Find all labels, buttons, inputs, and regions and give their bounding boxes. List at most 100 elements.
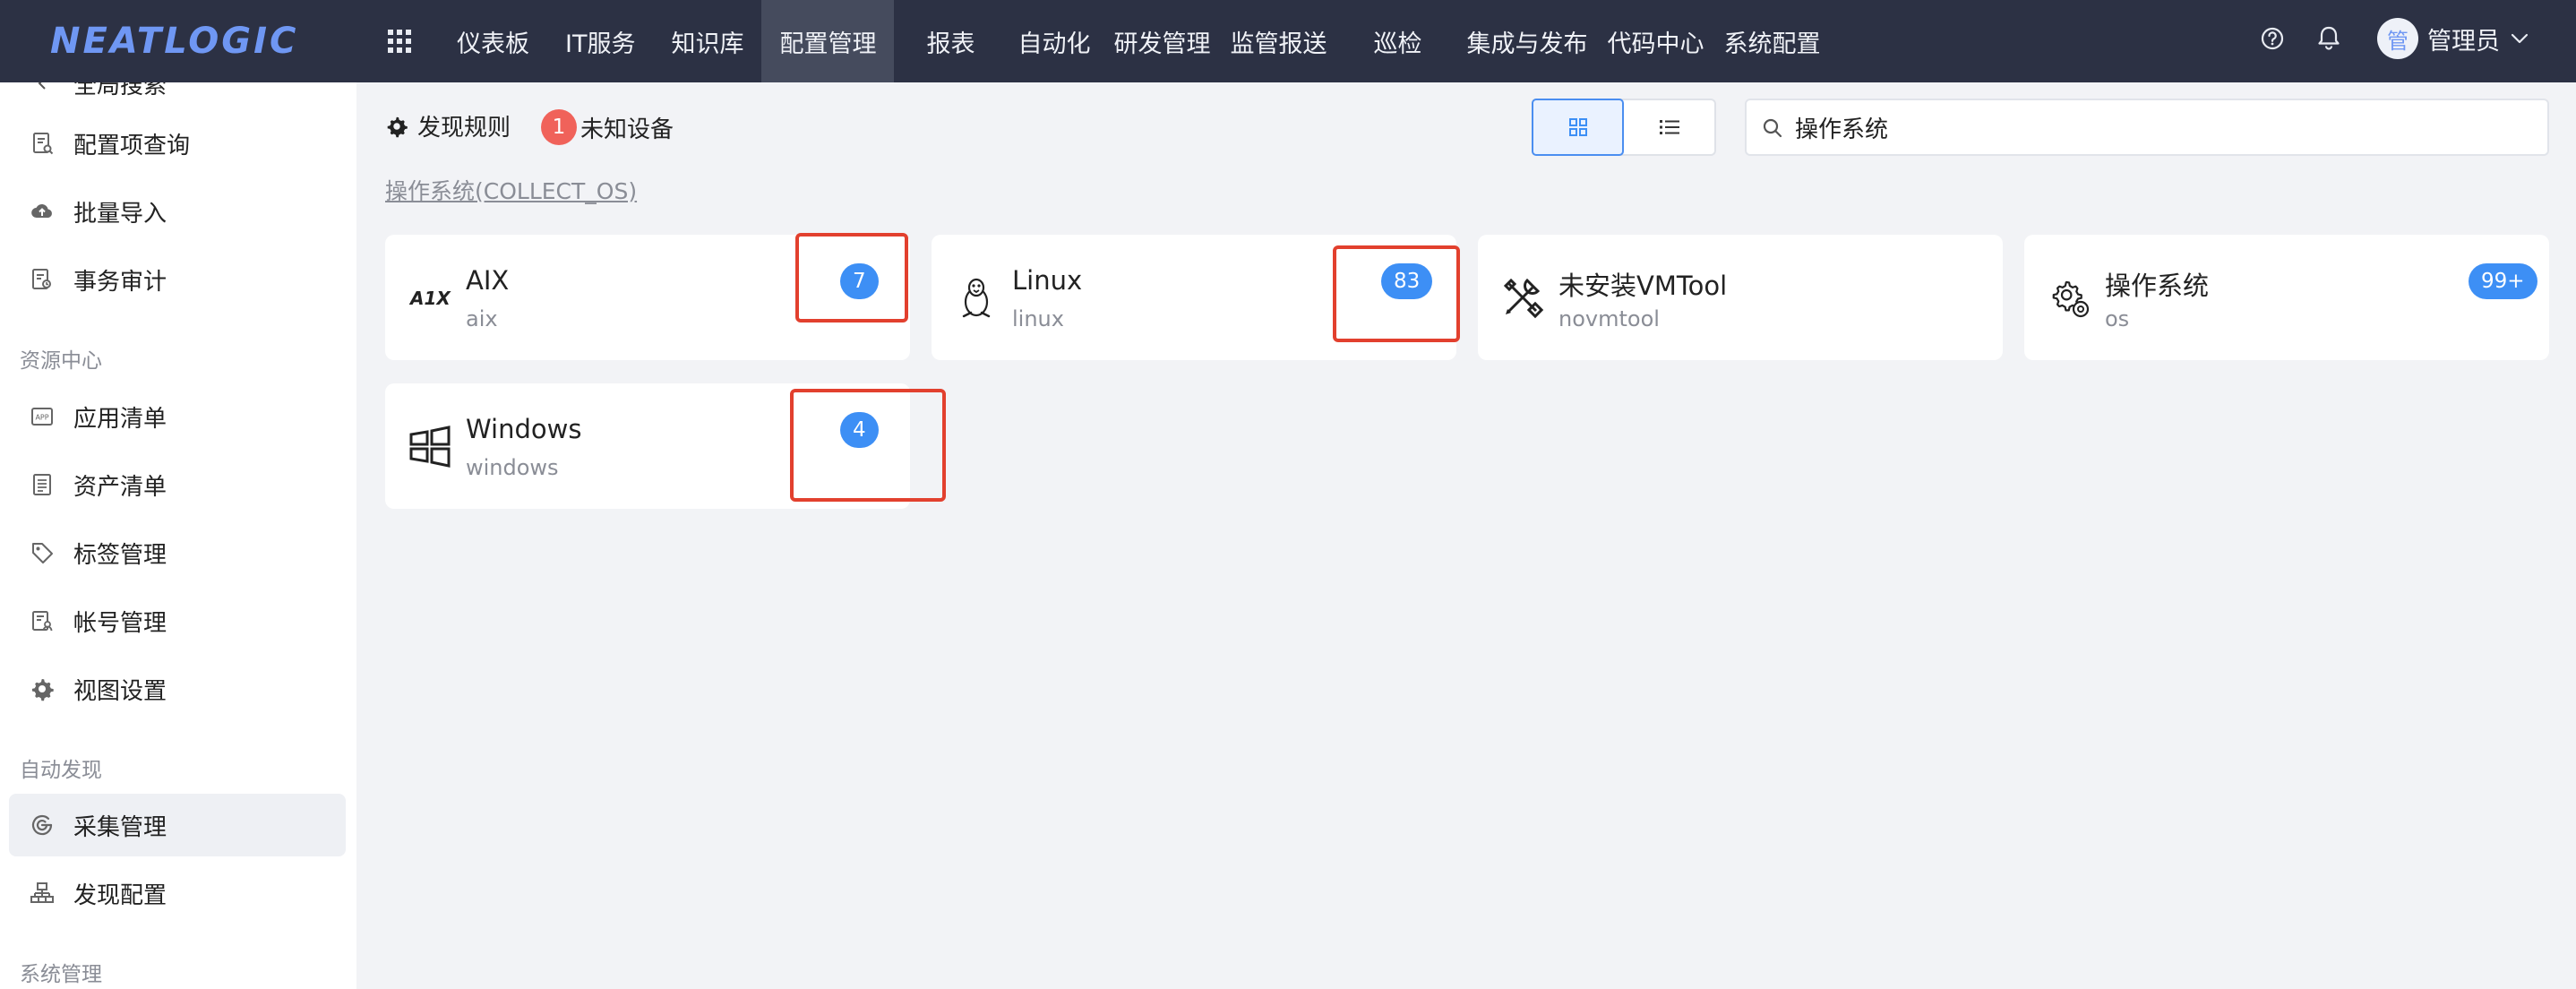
nav-code-center[interactable]: 代码中心 [1605,0,1722,82]
audit-icon [29,266,56,293]
sidebar-item-label: 应用清单 [73,405,167,433]
linux-penguin-icon [953,274,1000,321]
sidebar-group-system-management: 系统管理 [20,963,102,986]
nav-config-management[interactable]: 配置管理 [761,0,895,82]
os-card-windows[interactable]: Windows windows 4 [385,383,910,509]
sidebar-item-bulk-import[interactable]: 批量导入 [9,180,346,243]
chevron-down-icon[interactable] [2508,27,2531,50]
unknown-count-badge: 1 [541,109,577,145]
sidebar-item-tag-management[interactable]: 标签管理 [9,521,346,584]
user-avatar[interactable]: 管 [2377,18,2418,59]
nav-dashboard[interactable]: 仪表板 [441,0,547,82]
brand-logo[interactable]: NEATLOGIC [50,20,298,63]
tag-icon [29,539,56,566]
svg-text:APP: APP [35,414,48,422]
list-view-icon [1659,120,1679,134]
nav-knowledge[interactable]: 知识库 [653,0,761,82]
nav-rd-management[interactable]: 研发管理 [1108,0,1228,82]
gears-icon [2046,274,2092,321]
os-card-os[interactable]: 操作系统 os 99+ [2024,235,2549,360]
count-badge: 4 [840,412,879,448]
count-badge: 83 [1381,263,1433,299]
grid-view-icon [1568,118,1587,136]
nav-reports[interactable]: 报表 [894,0,1005,82]
account-icon [29,607,56,634]
list-view-button[interactable] [1624,100,1714,154]
bell-icon[interactable] [2314,23,2343,52]
gear-icon [387,116,408,137]
card-code: os [2105,306,2130,331]
discover-rule-label: 发现规则 [417,115,511,142]
os-card-linux[interactable]: Linux linux 83 [932,235,1456,360]
grid-view-button[interactable] [1532,99,1625,156]
sidebar-item-label: 标签管理 [73,541,167,569]
sidebar-item-label: 事务审计 [73,268,167,296]
sidebar-item-global-search[interactable]: 全局搜索 [9,82,346,115]
user-name[interactable]: 管理员 [2427,22,2500,56]
sidebar-item-ci-query[interactable]: 配置项查询 [9,112,346,175]
tools-icon [1499,274,1546,321]
view-toggle [1532,99,1716,156]
card-name: Windows [466,414,582,444]
card-code: aix [466,306,498,331]
sidebar-item-label: 帐号管理 [73,609,167,637]
sidebar-item-account-management[interactable]: 帐号管理 [9,589,346,652]
svg-text:A1X: A1X [408,288,451,309]
unknown-device-label: 未知设备 [580,116,674,143]
card-code: novmtool [1558,306,1660,331]
sidebar-item-label: 配置项查询 [73,132,191,159]
sidebar-item-view-settings[interactable]: 视图设置 [9,658,346,720]
sidebar-item-asset-list[interactable]: 资产清单 [9,453,346,516]
asset-list-icon [29,471,56,498]
unknown-device-button[interactable]: 1 未知设备 [541,109,674,145]
sidebar: 全局搜索 配置项查询 批量导入 事务审计 资源中心 APP 应用清单 资产清单 [0,82,356,989]
app-list-icon: APP [29,403,56,430]
sidebar-item-collect-management[interactable]: 采集管理 [9,794,346,856]
sidebar-item-label: 采集管理 [73,813,167,841]
sidebar-item-label: 资产清单 [73,473,167,501]
sidebar-item-transaction-audit[interactable]: 事务审计 [9,248,346,311]
search-input[interactable] [1795,108,2529,147]
card-code: linux [1012,306,1064,331]
collect-icon [29,812,56,838]
sidebar-group-resource-center: 资源中心 [20,349,102,373]
main-content: 发现规则 1 未知设备 操作系统(COLLECT_OS) A1X AIX aix… [356,82,2576,989]
os-card-aix[interactable]: A1X AIX aix 7 [385,235,910,360]
nav-it-service[interactable]: IT服务 [547,0,653,82]
sidebar-item-label: 视图设置 [73,677,167,705]
cloud-upload-icon [29,198,56,225]
search-icon [1763,118,1782,138]
card-name: Linux [1012,265,1083,296]
apps-grid-icon[interactable] [383,25,416,57]
nav-regulatory[interactable]: 监管报送 [1228,0,1344,82]
sidebar-item-label: 批量导入 [73,200,167,228]
card-name: 未安装VMTool [1558,271,1728,301]
sidebar-item-label: 发现配置 [73,882,167,909]
card-code: windows [466,455,559,480]
sitemap-icon [29,880,56,907]
nav-integration[interactable]: 集成与发布 [1452,0,1605,82]
section-title[interactable]: 操作系统(COLLECT_OS) [385,174,637,206]
sidebar-item-app-list[interactable]: APP 应用清单 [9,385,346,448]
main-nav: 仪表板 IT服务 知识库 配置管理 报表 自动化 研发管理 监管报送 巡检 集成… [441,0,1838,82]
help-icon[interactable] [2259,25,2286,52]
os-card-novmtool[interactable]: 未安装VMTool novmtool [1478,235,2003,360]
sidebar-item-label: 全局搜索 [73,82,167,99]
count-badge: 7 [840,263,879,299]
nav-automation[interactable]: 自动化 [1005,0,1108,82]
gear-icon [29,675,56,702]
search-box[interactable] [1745,99,2549,156]
card-name: 操作系统 [2105,271,2210,301]
nav-inspection[interactable]: 巡检 [1344,0,1452,82]
nav-system-config[interactable]: 系统配置 [1722,0,1838,82]
chevron-left-icon [29,82,56,97]
card-name: AIX [466,265,510,296]
ci-query-icon [29,130,56,157]
discover-rule-button[interactable]: 发现规则 [385,109,511,142]
top-navigation-bar: NEATLOGIC 仪表板 IT服务 知识库 配置管理 报表 自动化 研发管理 … [0,0,2576,82]
windows-icon [407,423,453,469]
aix-icon: A1X [407,274,453,321]
count-badge: 99+ [2469,263,2537,299]
sidebar-group-auto-discovery: 自动发现 [20,759,102,782]
sidebar-item-discovery-config[interactable]: 发现配置 [9,862,346,924]
